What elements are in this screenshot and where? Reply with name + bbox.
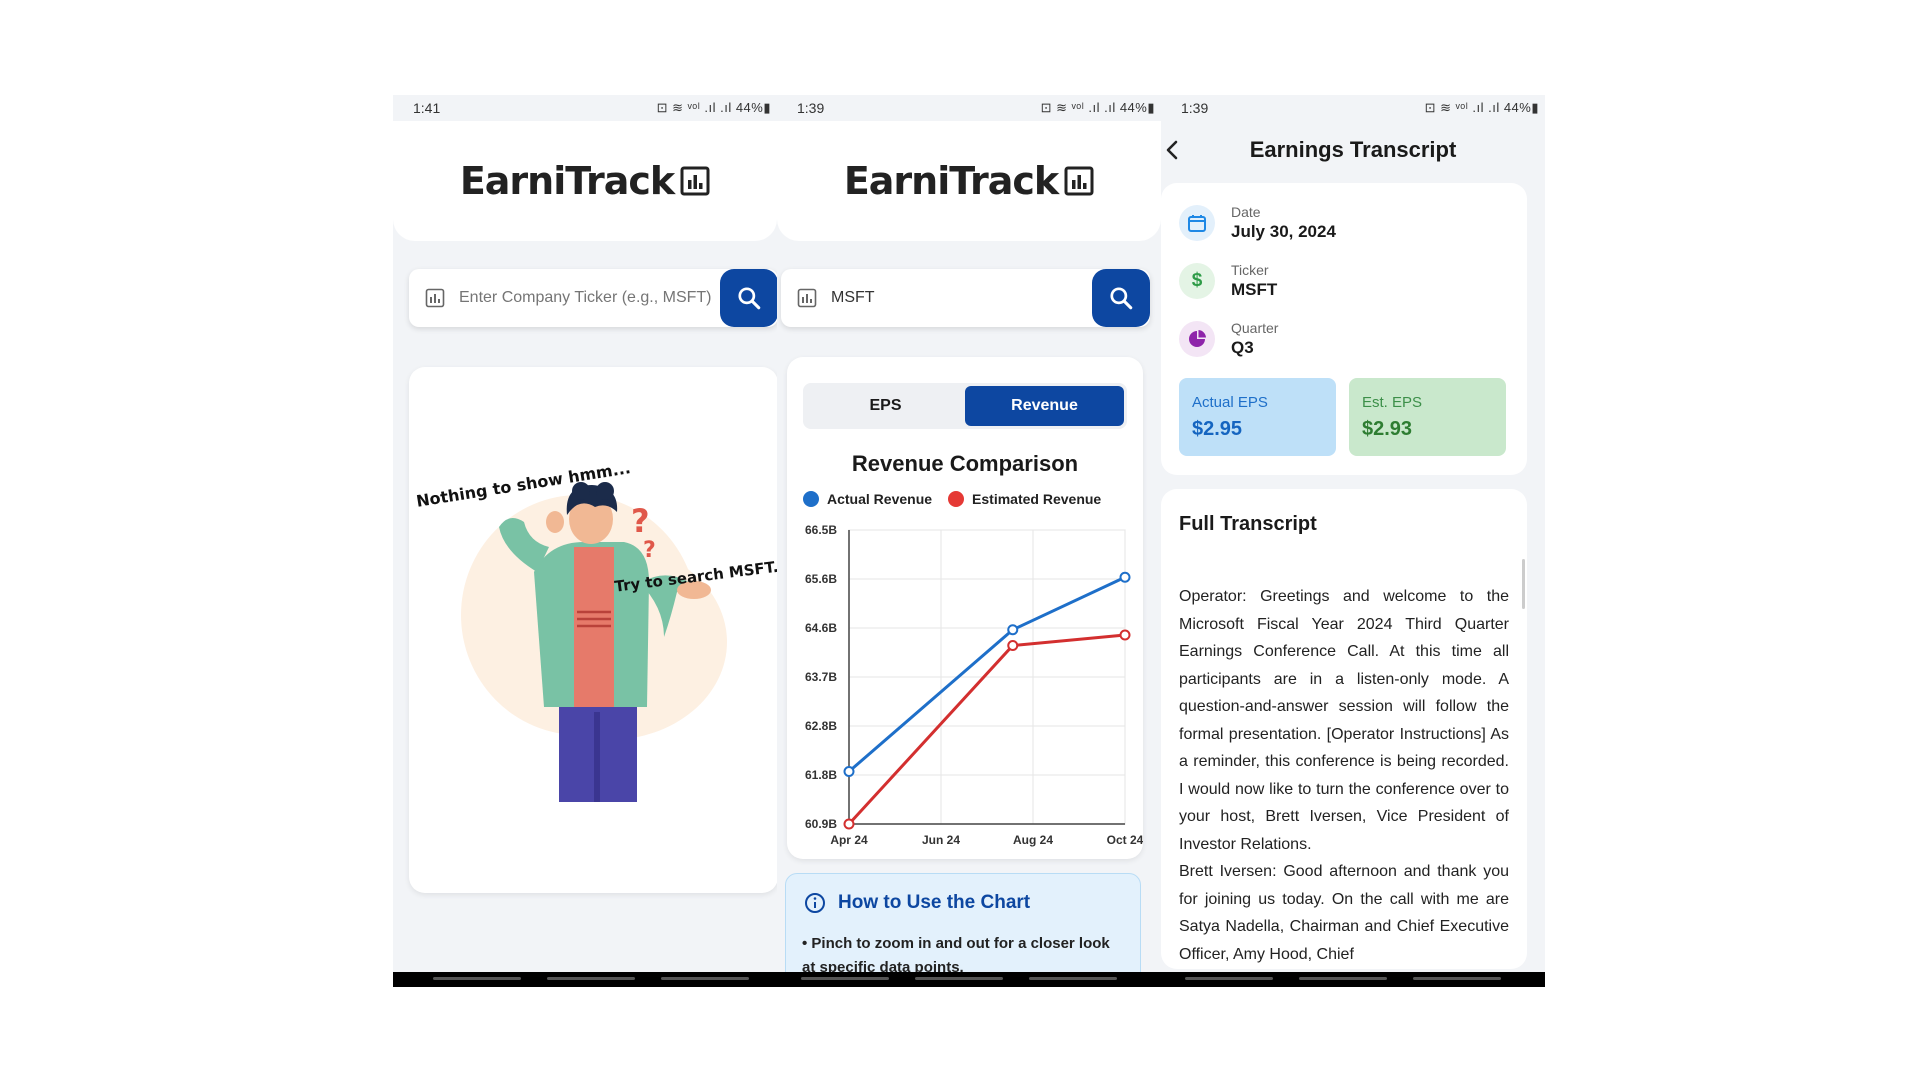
estimated-revenue-point [843,818,855,830]
chart-box-icon [1064,166,1094,196]
revenue-chart-screen: 1:39 ⊡ ≋ ᵛᵒˡ .ıl .ıl 44%▮ EarniTrack EPS… [777,95,1161,987]
app-header: EarniTrack [393,121,777,241]
home-screen-empty: 1:41 ⊡ ≋ ᵛᵒˡ .ıl .ıl 44%▮ EarniTrack Ent… [393,95,777,987]
ticker-value: MSFT [1231,280,1278,299]
estimated-revenue-point [1007,640,1019,651]
earnings-summary-card: Date July 30, 2024 $ Ticker MSFT Quarter Q3… [1161,183,1527,475]
system-navigation-bar [1161,972,1545,987]
ticker-input[interactable] [831,289,1092,307]
x-tick-label: Jun 24 [922,833,960,847]
est-eps-label: Est. EPS [1362,394,1423,411]
x-tick-label: Aug 24 [1013,833,1053,847]
back-arrow-icon[interactable] [1161,138,1185,162]
revenue-line-chart[interactable]: 60.9B 61.8B 62.8B 63.7B 64.6B 65.6B 66.5B Apr 2… [787,522,1143,852]
actual-revenue-point [843,766,855,777]
legend-estimated-label: Estimated Revenue [972,491,1102,507]
app-logo: EarniTrack [460,159,710,203]
quarter-label: Quarter [1231,320,1279,336]
top-app-bar: Earnings Transcript [1161,121,1545,179]
status-time: 1:41 [413,100,441,116]
chart-title: Revenue Comparison [851,451,1079,476]
transcript-scrollbar[interactable] [1522,559,1525,609]
x-tick-label: Oct 24 [1107,833,1143,847]
y-tick-label: 64.6B [805,621,837,635]
ticker-search-bar [409,269,777,327]
tab-revenue[interactable]: Revenue [965,386,1124,426]
status-icons: ⊡ ≋ ᵛᵒˡ .ıl .ıl 44%▮ [1424,100,1539,115]
y-tick-label: 61.8B [805,768,837,782]
tab-eps[interactable]: EPS [806,386,965,426]
quarter-row: Quarter Q3 [1179,319,1278,359]
ticker-row: $ Ticker MSFT [1179,261,1277,301]
how-to-title: How to Use the Chart [838,892,1031,913]
svg-text:?: ? [643,538,656,563]
info-icon [805,893,825,913]
status-time: 1:39 [797,100,825,116]
legend-actual: Actual Revenue [803,491,932,507]
search-icon [1110,287,1133,310]
calendar-icon [1179,205,1215,241]
system-navigation-bar [393,972,777,987]
actual-eps-value: $2.95 [1192,418,1243,440]
app-logo: EarniTrack [844,159,1094,203]
actual-eps-tile: Actual EPS $2.95 [1179,378,1336,456]
empty-state-card: ? ? Nothing to show hmm... Try to search… [409,367,777,893]
actual-revenue-point [1119,571,1131,583]
app-header: EarniTrack [777,121,1161,241]
estimated-revenue-point [1119,629,1131,641]
est-eps-tile: Est. EPS $2.93 [1349,378,1506,456]
legend-estimated: Estimated Revenue [948,491,1101,507]
pie-chart-icon [1179,321,1215,357]
dollar-icon: $ [1179,263,1215,299]
ticker-search-bar [781,269,1150,327]
app-logo-text: EarniTrack [459,159,675,203]
y-tick-label: 62.8B [805,719,837,733]
transcript-heading: Full Transcript [1179,513,1317,535]
y-tick-label: 63.7B [805,670,837,684]
status-bar: 1:39 ⊡ ≋ ᵛᵒˡ .ıl .ıl 44%▮ [777,95,1161,121]
actual-eps-label: Actual EPS [1192,394,1268,411]
how-to-panel: How to Use the Chart • Pinch to zoom in … [785,873,1141,987]
confused-person-illustration: ? ? [461,482,727,802]
legend-actual-label: Actual Revenue [827,491,933,507]
search-button[interactable] [1092,269,1150,327]
how-to-heading: How to Use the Chart [804,892,1030,914]
status-icons: ⊡ ≋ ᵛᵒˡ .ıl .ıl 44%▮ [1040,100,1155,115]
metric-toggle: EPS Revenue [803,383,1127,429]
status-time: 1:39 [1181,100,1209,116]
y-tick-label: 60.9B [805,817,837,831]
date-label: Date [1231,204,1261,220]
chart-box-icon [425,288,445,308]
date-value: July 30, 2024 [1231,222,1336,241]
x-tick-label: Apr 24 [830,833,868,847]
estimated-revenue-line [847,633,1126,826]
chart-box-icon [797,288,817,308]
transcript-card: Full Transcript Operator: Greetings and … [1161,489,1527,969]
status-bar: 1:41 ⊡ ≋ ᵛᵒˡ .ıl .ıl 44%▮ [393,95,777,121]
date-row: Date July 30, 2024 [1179,203,1336,243]
y-tick-label: 65.6B [805,572,837,586]
chart-box-icon [680,166,710,196]
search-button[interactable] [720,269,777,327]
actual-revenue-point [1007,624,1019,636]
chart-card: EPS Revenue Revenue Comparison Actual Re… [787,357,1143,859]
status-icons: ⊡ ≋ ᵛᵒˡ .ıl .ıl 44%▮ [656,100,771,115]
ticker-label: Ticker [1231,262,1269,278]
y-tick-label: 66.5B [805,523,837,537]
svg-text:?: ? [631,502,650,540]
ticker-input[interactable] [459,289,720,307]
quarter-value: Q3 [1231,338,1254,357]
transcript-text[interactable]: Operator: Greetings and welcome to the M… [1179,583,1509,968]
page-title: Earnings Transcript [1249,137,1457,162]
chart-legend: Actual Revenue Estimated Revenue [803,491,1101,507]
est-eps-value: $2.93 [1362,418,1413,440]
transcript-screen: 1:39 ⊡ ≋ ᵛᵒˡ .ıl .ıl 44%▮ Earnings Trans… [1161,95,1545,987]
search-icon [738,287,761,310]
system-navigation-bar [777,972,1161,987]
app-logo-text: EarniTrack [843,159,1059,203]
status-bar: 1:39 ⊡ ≋ ᵛᵒˡ .ıl .ıl 44%▮ [1161,95,1545,121]
